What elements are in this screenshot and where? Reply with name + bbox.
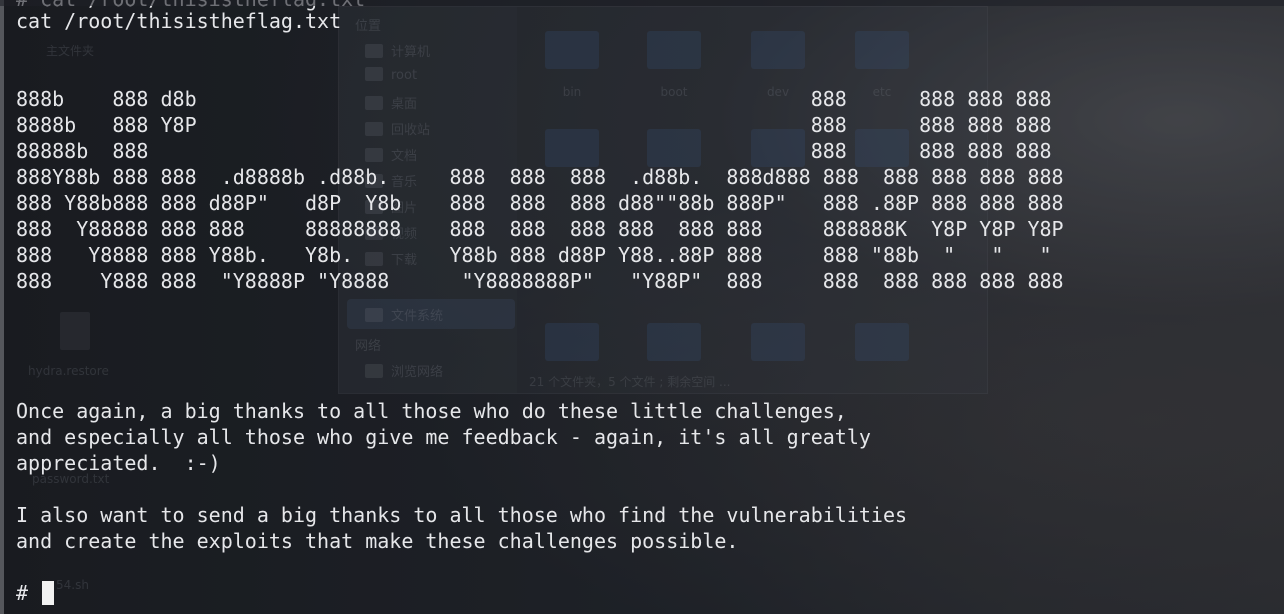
terminal-cursor[interactable]	[42, 581, 55, 605]
terminal-top-edge	[0, 0, 1284, 6]
terminal-window[interactable]: # cat /root/thisistheflag.txt cat /root/…	[0, 0, 1284, 614]
ascii-art-line: 888 Y888 888 "Y8888P "Y8888 "Y8888888P" …	[16, 269, 1064, 293]
ascii-art-line: 88888b 888 888 888 888 888	[16, 139, 1052, 163]
terminal-prompt-line[interactable]: #	[16, 580, 55, 606]
desktop-screen: 主文件夹 hydra.restore password.txt 54.sh 位置…	[0, 0, 1284, 614]
message-line: appreciated. :-)	[16, 451, 221, 475]
ascii-art-line: 888Y88b 888 888 .d8888b .d88b. 888 888 8…	[16, 165, 1064, 189]
prompt-symbol: #	[16, 581, 29, 605]
message-line: and create the exploits that make these …	[16, 529, 739, 553]
message-line: Once again, a big thanks to all those wh…	[16, 399, 847, 423]
ascii-art-line: 888 Y88888 888 888 88888888 888 888 888 …	[16, 217, 1064, 241]
ascii-art-line: 888b 888 d8b 888 888 888 888	[16, 87, 1052, 111]
terminal-command-line: cat /root/thisistheflag.txt	[16, 9, 342, 33]
ascii-art-line: 8888b 888 Y8P 888 888 888 888	[16, 113, 1052, 137]
message-line: I also want to send a big thanks to all …	[16, 503, 908, 527]
message-line: and especially all those who give me fee…	[16, 425, 871, 449]
ascii-art-line: 888 Y88b888 888 d88P" d8P Y8b 888 888 88…	[16, 191, 1064, 215]
ascii-art-line: 888 Y8888 888 Y88b. Y8b. Y88b 888 d88P Y…	[16, 243, 1052, 267]
